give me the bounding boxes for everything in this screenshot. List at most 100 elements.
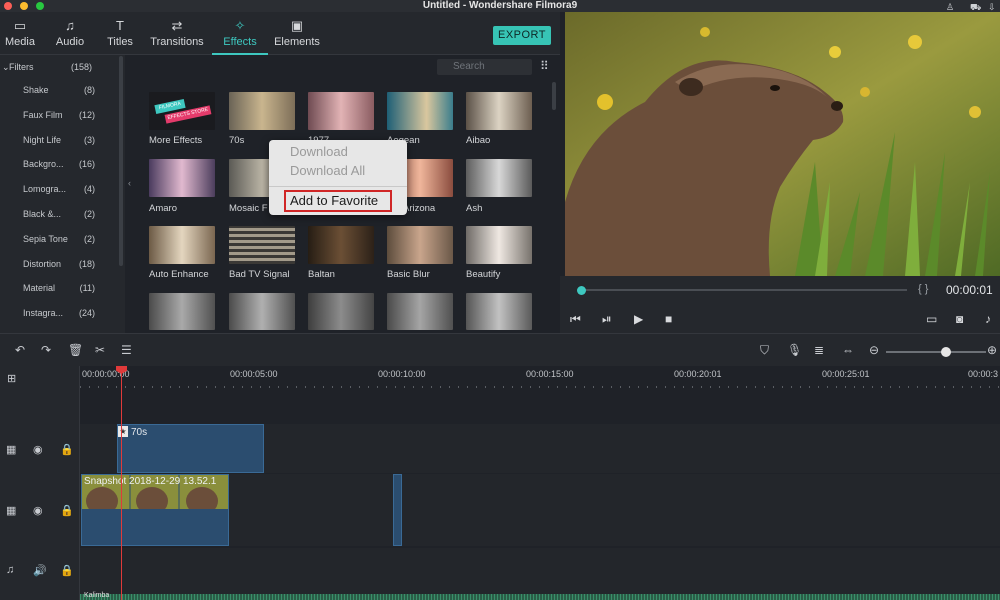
filter-item-label: Instagra... — [23, 308, 64, 318]
audio-clip-label: Kalimba — [84, 592, 110, 599]
media-icon: ▭ — [13, 18, 27, 33]
effect-thumb-row4-2[interactable] — [229, 293, 295, 330]
tab-media[interactable]: ▭ Media — [0, 12, 40, 55]
filter-item-faux-film[interactable]: Faux Film (12) — [0, 103, 118, 127]
in-out-markers[interactable]: { } — [918, 283, 928, 295]
zoom-in-icon[interactable]: ⊕ — [987, 343, 997, 357]
filter-item-distortion[interactable]: Distortion (18) — [0, 252, 118, 276]
visibility-eye-icon[interactable]: ◉ — [33, 443, 43, 456]
play-pause-icon[interactable]: ⏯ — [602, 312, 612, 327]
effect-thumb-ash[interactable] — [466, 159, 532, 197]
collapse-panel-icon[interactable]: ‹ — [128, 178, 131, 188]
tab-transitions[interactable]: ⇄ Transitions — [146, 12, 208, 55]
playback-progress-bar[interactable] — [581, 289, 907, 291]
filter-item-material[interactable]: Material (11) — [0, 276, 118, 300]
speaker-icon[interactable]: 🔊 — [33, 564, 47, 577]
effect-thumb-70s[interactable] — [229, 92, 295, 130]
undo-icon[interactable]: ↶ — [15, 343, 25, 357]
zoom-out-icon[interactable]: ⊖ — [869, 343, 879, 357]
tab-elements-label: Elements — [274, 36, 320, 48]
minimize-window-button[interactable] — [20, 2, 28, 10]
add-track-icon[interactable]: ⊞ — [7, 372, 16, 385]
effect-thumb-baltan[interactable] — [308, 226, 374, 264]
snapshot-camera-icon[interactable]: ◙ — [956, 312, 963, 326]
menu-item-download-all[interactable]: Download All — [290, 163, 365, 178]
effect-thumb-row4-3[interactable] — [308, 293, 374, 330]
delete-icon[interactable]: 🗑 — [68, 343, 83, 357]
effect-thumb-aegean[interactable] — [387, 92, 453, 130]
search-input[interactable]: Search — [437, 59, 532, 75]
tab-audio[interactable]: ♫ Audio — [50, 12, 90, 55]
lock-icon[interactable]: 🔒 — [60, 504, 74, 517]
filter-item-black-white[interactable]: Black &... (2) — [0, 202, 118, 226]
filter-item-label: Distortion — [23, 259, 62, 269]
transitions-icon: ⇄ — [171, 18, 183, 33]
visibility-eye-icon[interactable]: ◉ — [33, 504, 43, 517]
cut-icon[interactable]: ✂ — [95, 343, 105, 357]
menu-item-add-to-favorite[interactable]: Add to Favorite — [284, 190, 392, 212]
effect-thumb-auto-enhance[interactable] — [149, 226, 215, 264]
adjust-icon[interactable]: ☰ — [121, 343, 132, 357]
tab-titles[interactable]: T Titles — [102, 12, 138, 55]
effect-thumb-aibao[interactable] — [466, 92, 532, 130]
effect-thumb-row4-4[interactable] — [387, 293, 453, 330]
effect-thumb-more-effects[interactable]: FILMORA EFFECTS STORE — [149, 92, 215, 130]
filter-item-night-life[interactable]: Night Life (3) — [0, 128, 118, 152]
display-settings-icon[interactable]: ▭ — [926, 312, 937, 326]
microphone-icon[interactable]: 🎙 — [787, 343, 802, 357]
fit-timeline-icon[interactable]: ⇔ — [842, 343, 854, 357]
effect-thumb-beautify[interactable] — [466, 226, 532, 264]
menu-item-download[interactable]: Download — [290, 144, 348, 159]
volume-icon[interactable]: ♪ — [985, 312, 991, 326]
filter-scrollbar[interactable] — [119, 56, 123, 266]
lock-icon[interactable]: 🔒 — [60, 443, 74, 456]
effects-scrollbar[interactable] — [552, 82, 556, 110]
stop-icon[interactable]: ■ — [665, 312, 672, 326]
redo-icon[interactable]: ↷ — [41, 343, 51, 357]
filter-item-count: (2) — [84, 234, 95, 244]
filter-item-lomography[interactable]: Lomogra... (4) — [0, 177, 118, 201]
effect-label-ash: Ash — [466, 203, 483, 214]
effect-label-beautify: Beautify — [466, 269, 501, 280]
lock-icon[interactable]: 🔒 — [60, 564, 74, 577]
filter-item-label: Black &... — [23, 209, 62, 219]
elements-icon: ▣ — [290, 18, 304, 33]
zoom-slider-track[interactable] — [886, 351, 986, 353]
effect-context-menu: Download Download All Add to Favorite — [269, 140, 407, 215]
tab-effects[interactable]: ✧ Effects — [212, 12, 268, 55]
filter-item-count: (8) — [84, 85, 95, 95]
window-title: Untitled - Wondershare Filmora9 — [422, 0, 578, 11]
filter-item-background[interactable]: Backgro... (16) — [0, 152, 118, 176]
filter-item-count: (2) — [84, 209, 95, 219]
preview-frame-marmot — [565, 12, 1000, 276]
grid-view-icon[interactable]: ⠿ — [540, 59, 549, 73]
close-window-button[interactable] — [4, 2, 12, 10]
playhead-line[interactable] — [121, 366, 122, 600]
zoom-slider-knob[interactable] — [941, 347, 951, 357]
effect-thumb-row4-1[interactable] — [149, 293, 215, 330]
filter-item-instagram[interactable]: Instagra... (24) — [0, 301, 118, 325]
previous-frame-icon[interactable]: ⏮ — [570, 312, 581, 327]
voiceover-list-icon[interactable]: ≣ — [814, 343, 824, 357]
filter-item-sepia-tone[interactable]: Sepia Tone (2) — [0, 227, 118, 251]
audio-clip-waveform[interactable] — [80, 594, 1000, 600]
tab-elements[interactable]: ▣ Elements — [272, 12, 322, 55]
maximize-window-button[interactable] — [36, 2, 44, 10]
tab-effects-label: Effects — [223, 36, 257, 48]
video-clip-small[interactable] — [393, 474, 402, 546]
video-clip-label: Snapshot 2018-12-29 13.52.1 — [84, 476, 217, 487]
audio-track[interactable] — [80, 548, 1000, 594]
marker-icon[interactable]: ⛉ — [760, 343, 769, 358]
filter-item-shake[interactable]: Shake (8) — [0, 78, 118, 102]
effect-thumb-1977[interactable] — [308, 92, 374, 130]
audio-track-icon: ♫ — [6, 564, 15, 576]
playback-progress-handle[interactable] — [577, 286, 586, 295]
effect-thumb-amaro[interactable] — [149, 159, 215, 197]
play-icon[interactable]: ▶ — [634, 312, 643, 326]
effect-thumb-row4-5[interactable] — [466, 293, 532, 330]
effect-thumb-basic-blur[interactable] — [387, 226, 453, 264]
effect-label-baltan: Baltan — [308, 269, 335, 280]
export-button[interactable]: EXPORT — [493, 26, 551, 45]
effect-thumb-bad-tv-signal[interactable] — [229, 226, 295, 264]
filter-category-header[interactable]: ⌄ Filters (158) — [0, 55, 118, 79]
